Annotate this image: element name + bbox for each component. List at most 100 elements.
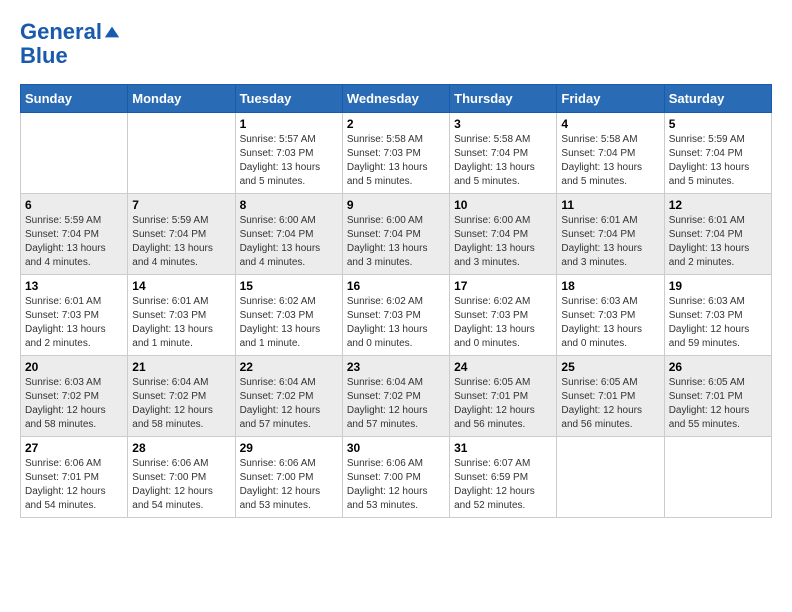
day-cell: 27Sunrise: 6:06 AM Sunset: 7:01 PM Dayli… [21,437,128,518]
day-info: Sunrise: 6:01 AM Sunset: 7:04 PM Dayligh… [669,214,767,270]
day-number: 23 [347,360,445,374]
day-info: Sunrise: 5:59 AM Sunset: 7:04 PM Dayligh… [669,133,767,189]
day-cell: 18 Sunrise: 6:03 AM Sunset: 7:03 PM Dayli… [557,275,664,356]
day-cell: 24 Sunrise: 6:05 AM Sunset: 7:01 PM Dayli… [450,356,557,437]
week-row-3: 13 Sunrise: 6:01 AM Sunset: 7:03 PM Dayli… [21,275,772,356]
day-cell: 20 Sunrise: 6:03 AM Sunset: 7:02 PM Dayli… [21,356,128,437]
day-info: Sunrise: 5:57 AM Sunset: 7:03 PM Dayligh… [240,133,338,189]
day-number: 2 [347,117,445,131]
day-number: 20 [25,360,123,374]
logo-icon [103,23,121,41]
day-info: Sunrise: 6:01 AM Sunset: 7:04 PM Dayligh… [561,214,659,270]
weekday-header-saturday: Saturday [664,85,771,113]
day-cell: 14 Sunrise: 6:01 AM Sunset: 7:03 PM Dayli… [128,275,235,356]
day-info: Sunrise: 6:04 AM Sunset: 7:02 PM Dayligh… [132,376,230,432]
day-info: Sunrise: 6:03 AM Sunset: 7:03 PM Dayligh… [669,295,767,351]
weekday-header-row: SundayMondayTuesdayWednesdayThursdayFrid… [21,85,772,113]
day-number: 5 [669,117,767,131]
day-number: 3 [454,117,552,131]
day-info: Sunrise: 6:00 AM Sunset: 7:04 PM Dayligh… [240,214,338,270]
day-info: Sunrise: 6:06 AM Sunset: 7:00 PM Dayligh… [132,457,230,513]
page-header: General Blue [20,20,772,68]
day-cell [128,113,235,194]
calendar-table: SundayMondayTuesdayWednesdayThursdayFrid… [20,84,772,518]
day-number: 10 [454,198,552,212]
weekday-header-tuesday: Tuesday [235,85,342,113]
day-info: Sunrise: 6:03 AM Sunset: 7:02 PM Dayligh… [25,376,123,432]
day-cell: 8 Sunrise: 6:00 AM Sunset: 7:04 PM Daylig… [235,194,342,275]
day-info: Sunrise: 5:58 AM Sunset: 7:04 PM Dayligh… [454,133,552,189]
day-info: Sunrise: 6:02 AM Sunset: 7:03 PM Dayligh… [347,295,445,351]
day-cell [664,437,771,518]
weekday-header-thursday: Thursday [450,85,557,113]
day-number: 17 [454,279,552,293]
day-number: 24 [454,360,552,374]
day-info: Sunrise: 6:05 AM Sunset: 7:01 PM Dayligh… [561,376,659,432]
day-info: Sunrise: 6:06 AM Sunset: 7:00 PM Dayligh… [240,457,338,513]
day-number: 30 [347,441,445,455]
day-number: 6 [25,198,123,212]
day-cell: 16 Sunrise: 6:02 AM Sunset: 7:03 PM Dayli… [342,275,449,356]
weekday-header-wednesday: Wednesday [342,85,449,113]
day-number: 12 [669,198,767,212]
day-cell: 29 Sunrise: 6:06 AM Sunset: 7:00 PM Dayli… [235,437,342,518]
day-number: 21 [132,360,230,374]
day-number: 29 [240,441,338,455]
day-number: 4 [561,117,659,131]
week-row-5: 27Sunrise: 6:06 AM Sunset: 7:01 PM Dayli… [21,437,772,518]
logo-blue: Blue [20,44,121,68]
logo-text: General [20,20,102,44]
day-number: 16 [347,279,445,293]
day-info: Sunrise: 5:59 AM Sunset: 7:04 PM Dayligh… [25,214,123,270]
day-info: Sunrise: 6:02 AM Sunset: 7:03 PM Dayligh… [454,295,552,351]
day-number: 11 [561,198,659,212]
day-cell: 1 Sunrise: 5:57 AM Sunset: 7:03 PM Daylig… [235,113,342,194]
day-info: Sunrise: 6:04 AM Sunset: 7:02 PM Dayligh… [347,376,445,432]
day-cell: 21 Sunrise: 6:04 AM Sunset: 7:02 PM Dayli… [128,356,235,437]
day-cell: 25Sunrise: 6:05 AM Sunset: 7:01 PM Dayli… [557,356,664,437]
day-number: 9 [347,198,445,212]
weekday-header-sunday: Sunday [21,85,128,113]
weekday-header-friday: Friday [557,85,664,113]
day-cell: 2 Sunrise: 5:58 AM Sunset: 7:03 PM Daylig… [342,113,449,194]
day-number: 14 [132,279,230,293]
day-info: Sunrise: 5:58 AM Sunset: 7:03 PM Dayligh… [347,133,445,189]
day-cell: 23 Sunrise: 6:04 AM Sunset: 7:02 PM Dayli… [342,356,449,437]
day-cell: 26Sunrise: 6:05 AM Sunset: 7:01 PM Dayli… [664,356,771,437]
day-info: Sunrise: 6:06 AM Sunset: 7:00 PM Dayligh… [347,457,445,513]
day-cell: 15 Sunrise: 6:02 AM Sunset: 7:03 PM Dayli… [235,275,342,356]
day-cell: 3 Sunrise: 5:58 AM Sunset: 7:04 PM Daylig… [450,113,557,194]
day-cell: 31Sunrise: 6:07 AM Sunset: 6:59 PM Dayli… [450,437,557,518]
day-number: 7 [132,198,230,212]
day-number: 27 [25,441,123,455]
day-cell: 22 Sunrise: 6:04 AM Sunset: 7:02 PM Dayli… [235,356,342,437]
day-number: 28 [132,441,230,455]
day-info: Sunrise: 6:01 AM Sunset: 7:03 PM Dayligh… [132,295,230,351]
week-row-1: 1 Sunrise: 5:57 AM Sunset: 7:03 PM Daylig… [21,113,772,194]
day-number: 1 [240,117,338,131]
day-cell: 4 Sunrise: 5:58 AM Sunset: 7:04 PM Daylig… [557,113,664,194]
day-cell [21,113,128,194]
day-info: Sunrise: 6:04 AM Sunset: 7:02 PM Dayligh… [240,376,338,432]
day-number: 15 [240,279,338,293]
day-info: Sunrise: 6:03 AM Sunset: 7:03 PM Dayligh… [561,295,659,351]
day-cell [557,437,664,518]
day-info: Sunrise: 5:59 AM Sunset: 7:04 PM Dayligh… [132,214,230,270]
day-number: 31 [454,441,552,455]
day-cell: 7 Sunrise: 5:59 AM Sunset: 7:04 PM Daylig… [128,194,235,275]
day-number: 26 [669,360,767,374]
day-number: 22 [240,360,338,374]
day-info: Sunrise: 6:05 AM Sunset: 7:01 PM Dayligh… [454,376,552,432]
day-cell: 28 Sunrise: 6:06 AM Sunset: 7:00 PM Dayli… [128,437,235,518]
week-row-2: 6 Sunrise: 5:59 AM Sunset: 7:04 PM Daylig… [21,194,772,275]
day-number: 18 [561,279,659,293]
day-cell: 9Sunrise: 6:00 AM Sunset: 7:04 PM Daylig… [342,194,449,275]
day-info: Sunrise: 6:02 AM Sunset: 7:03 PM Dayligh… [240,295,338,351]
day-cell: 30 Sunrise: 6:06 AM Sunset: 7:00 PM Dayli… [342,437,449,518]
day-number: 13 [25,279,123,293]
day-number: 8 [240,198,338,212]
day-info: Sunrise: 6:01 AM Sunset: 7:03 PM Dayligh… [25,295,123,351]
day-info: Sunrise: 5:58 AM Sunset: 7:04 PM Dayligh… [561,133,659,189]
week-row-4: 20 Sunrise: 6:03 AM Sunset: 7:02 PM Dayli… [21,356,772,437]
day-cell: 10Sunrise: 6:00 AM Sunset: 7:04 PM Dayli… [450,194,557,275]
